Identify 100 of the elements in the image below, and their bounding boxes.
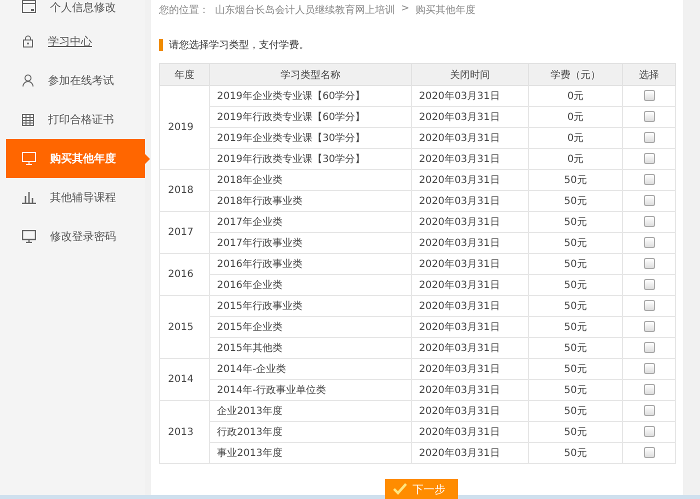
- column-header: 学习类型名称: [210, 64, 412, 86]
- table-cell: 2020年03月31日: [412, 128, 528, 148]
- sidebar-item[interactable]: 修改登录密码: [6, 217, 145, 256]
- table-cell: 2015年企业类: [210, 316, 412, 338]
- checkbox[interactable]: [644, 174, 654, 186]
- window-icon: [22, 0, 36, 13]
- monitor-icon: [22, 152, 36, 165]
- column-header: 学费（元）: [528, 64, 622, 86]
- checkbox[interactable]: [644, 216, 654, 228]
- breadcrumb-separator: >: [401, 3, 410, 16]
- sidebar-item[interactable]: 其他辅导课程: [6, 178, 145, 217]
- table-cell: 2020年03月31日: [412, 316, 528, 338]
- table-cell: 0元: [528, 106, 622, 128]
- sidebar-item[interactable]: 打印合格证书: [6, 100, 145, 139]
- table-cell: 行政2013年度: [210, 422, 412, 442]
- table-cell: 2020年03月31日: [412, 400, 528, 422]
- table-cell: 50元: [528, 274, 622, 296]
- table-cell: 2015年行政事业类: [210, 296, 412, 316]
- table-cell: 50元: [528, 358, 622, 380]
- table-cell: 50元: [528, 170, 622, 190]
- checkbox[interactable]: [644, 363, 654, 374]
- checkmark-icon: [392, 483, 406, 495]
- table-cell: 2019年行政类专业课【30学分】: [210, 148, 412, 170]
- table-cell: 50元: [528, 380, 622, 400]
- checkbox[interactable]: [644, 237, 654, 248]
- table-cell: 50元: [528, 338, 622, 358]
- checkbox[interactable]: [644, 279, 654, 290]
- table-cell: 50元: [528, 316, 622, 338]
- table-cell: 0元: [528, 148, 622, 170]
- checkbox[interactable]: [644, 447, 654, 458]
- table-cell: 50元: [528, 212, 622, 232]
- checkbox[interactable]: [644, 384, 654, 396]
- year-cell: 2014: [160, 358, 210, 400]
- sidebar-item[interactable]: 学习中心: [6, 22, 145, 61]
- checkbox[interactable]: [644, 342, 654, 354]
- table-cell: 2020年03月31日: [412, 232, 528, 254]
- user-icon: [22, 74, 34, 87]
- column-header: 选择: [622, 64, 676, 86]
- table-cell: 50元: [528, 296, 622, 316]
- table-cell: 2020年03月31日: [412, 254, 528, 274]
- table-cell: 2020年03月31日: [412, 422, 528, 442]
- table-cell: 2016年行政事业类: [210, 254, 412, 274]
- calendar-icon: [22, 113, 34, 126]
- table-cell: 2014年-行政事业单位类: [210, 380, 412, 400]
- checkbox[interactable]: [644, 153, 654, 164]
- checkbox[interactable]: [644, 258, 654, 270]
- table-cell: 2016年企业类: [210, 274, 412, 296]
- checkbox[interactable]: [644, 321, 654, 332]
- table-cell: 50元: [528, 232, 622, 254]
- breadcrumb-label: 您的位置：: [159, 4, 209, 17]
- checkbox[interactable]: [644, 426, 654, 438]
- table-cell: 2015年其他类: [210, 338, 412, 358]
- checkbox[interactable]: [644, 111, 654, 122]
- table-cell: 2020年03月31日: [412, 190, 528, 212]
- table-cell: 2018年行政事业类: [210, 190, 412, 212]
- checkbox[interactable]: [644, 90, 654, 102]
- bar-chart-icon: [22, 191, 36, 204]
- breadcrumb-link[interactable]: 购买其他年度: [415, 3, 476, 17]
- year-cell: 2017: [160, 212, 210, 254]
- sidebar-item[interactable]: 个人信息修改: [6, 0, 145, 22]
- checkbox[interactable]: [644, 405, 654, 416]
- table-cell: 2019年行政类专业课【60学分】: [210, 106, 412, 128]
- breadcrumb-link[interactable]: 山东烟台长岛会计人员继续教育网上培训: [215, 3, 395, 17]
- monitor-icon: [22, 230, 36, 243]
- table-cell: 50元: [528, 442, 622, 464]
- table-cell: 2020年03月31日: [412, 148, 528, 170]
- table-cell: 2020年03月31日: [412, 212, 528, 232]
- table-cell: 2020年03月31日: [412, 296, 528, 316]
- table-cell: 50元: [528, 422, 622, 442]
- sidebar-item[interactable]: 参加在线考试: [6, 61, 145, 100]
- table-cell: 0元: [528, 128, 622, 148]
- table-cell: 2017年企业类: [210, 212, 412, 232]
- table-cell: 2020年03月31日: [412, 274, 528, 296]
- year-cell: 2015: [160, 296, 210, 358]
- table-cell: 2014年-企业类: [210, 358, 412, 380]
- section-heading: 请您选择学习类型，支付学费。: [169, 38, 309, 52]
- column-header: 关闭时间: [412, 64, 528, 86]
- year-cell: 2013: [160, 400, 210, 464]
- lock-icon: [22, 35, 34, 48]
- table-cell: 事业2013年度: [210, 442, 412, 464]
- table-cell: 2020年03月31日: [412, 442, 528, 464]
- checkbox[interactable]: [644, 300, 654, 312]
- table-cell: 50元: [528, 254, 622, 274]
- table-cell: 2020年03月31日: [412, 170, 528, 190]
- year-cell: 2019: [160, 86, 210, 170]
- table-cell: 2020年03月31日: [412, 86, 528, 106]
- table-cell: 企业2013年度: [210, 400, 412, 422]
- checkbox[interactable]: [644, 195, 654, 206]
- year-cell: 2018: [160, 170, 210, 212]
- table-cell: 2020年03月31日: [412, 338, 528, 358]
- table-cell: 2017年行政事业类: [210, 232, 412, 254]
- year-cell: 2016: [160, 254, 210, 296]
- heading-marker: [159, 39, 163, 51]
- table-cell: 2020年03月31日: [412, 380, 528, 400]
- table-cell: 50元: [528, 190, 622, 212]
- checkbox[interactable]: [644, 132, 654, 144]
- column-header: 年度: [160, 64, 210, 86]
- table-cell: 2020年03月31日: [412, 106, 528, 128]
- table-cell: 2020年03月31日: [412, 358, 528, 380]
- table-cell: 2018年企业类: [210, 170, 412, 190]
